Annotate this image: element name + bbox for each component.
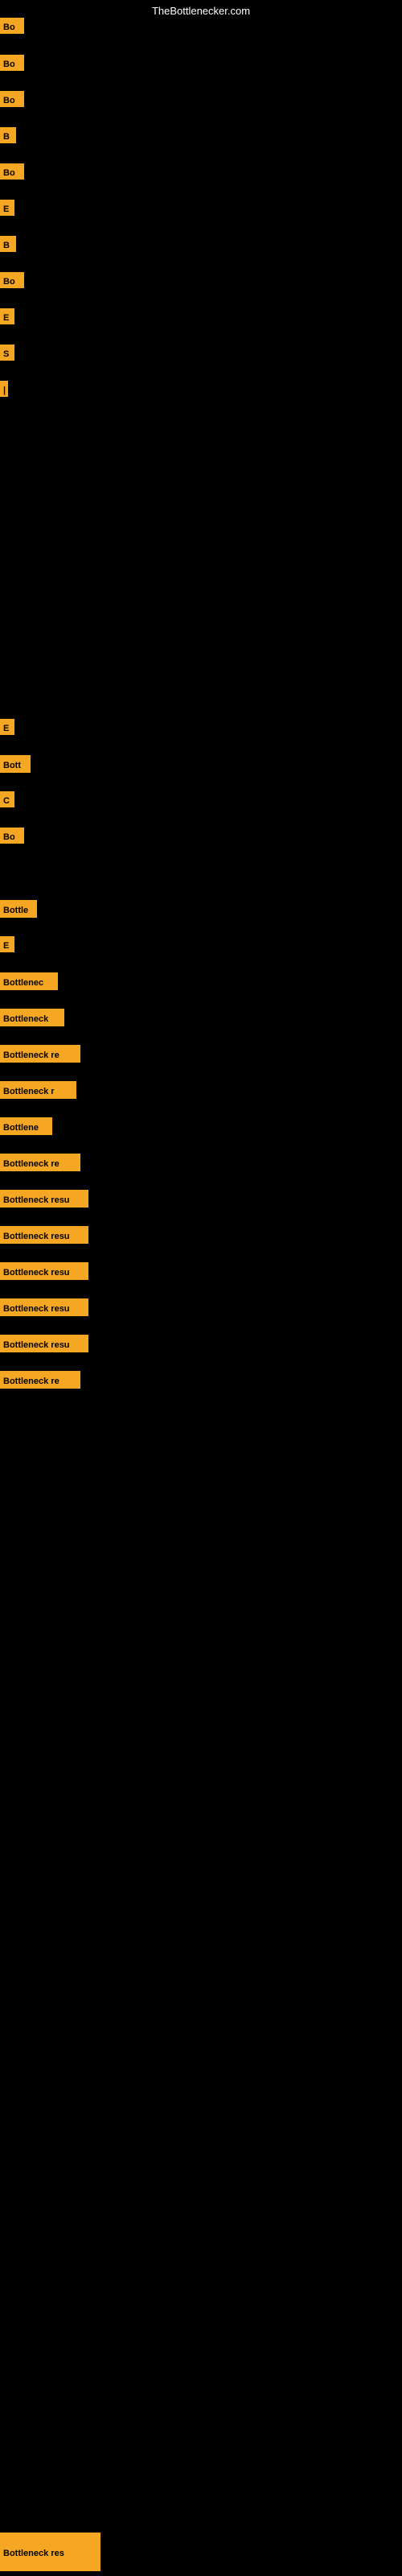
bottleneck-label: E [0,936,14,952]
bottleneck-label: Bottleneck resu [0,1298,88,1316]
site-title: TheBottlenecker.com [152,5,250,17]
bottleneck-label: Bo [0,55,24,71]
bottleneck-label: Bottleneck resu [0,1226,88,1244]
bottleneck-label: Bottlenec [0,972,58,990]
bottleneck-label: Bott [0,755,31,773]
bottleneck-label: Bo [0,18,24,34]
bottleneck-label: | [0,381,8,397]
bottleneck-label: Bottleneck re [0,1154,80,1171]
bottleneck-label: C [0,791,14,807]
bottleneck-label: Bottleneck resu [0,1335,88,1352]
bottleneck-label: Bottlene [0,1117,52,1135]
bottleneck-label: Bo [0,828,24,844]
bottleneck-label: B [0,127,16,143]
bottleneck-label: B [0,236,16,252]
bottleneck-label: S [0,345,14,361]
bottleneck-label: Bo [0,91,24,107]
bottleneck-label: E [0,719,14,735]
bottleneck-label: Bo [0,163,24,180]
bottleneck-label: Bottleneck res [0,2533,100,2571]
bottleneck-label: Bottleneck re [0,1045,80,1063]
bottleneck-label: E [0,308,14,324]
bottleneck-label: Bottle [0,900,37,918]
bottleneck-label: Bottleneck resu [0,1190,88,1208]
bottleneck-label: Bo [0,272,24,288]
bottleneck-label: Bottleneck [0,1009,64,1026]
bottleneck-label: Bottleneck r [0,1081,76,1099]
bottleneck-label: Bottleneck re [0,1371,80,1389]
bottleneck-label: E [0,200,14,216]
bottleneck-label: Bottleneck resu [0,1262,88,1280]
